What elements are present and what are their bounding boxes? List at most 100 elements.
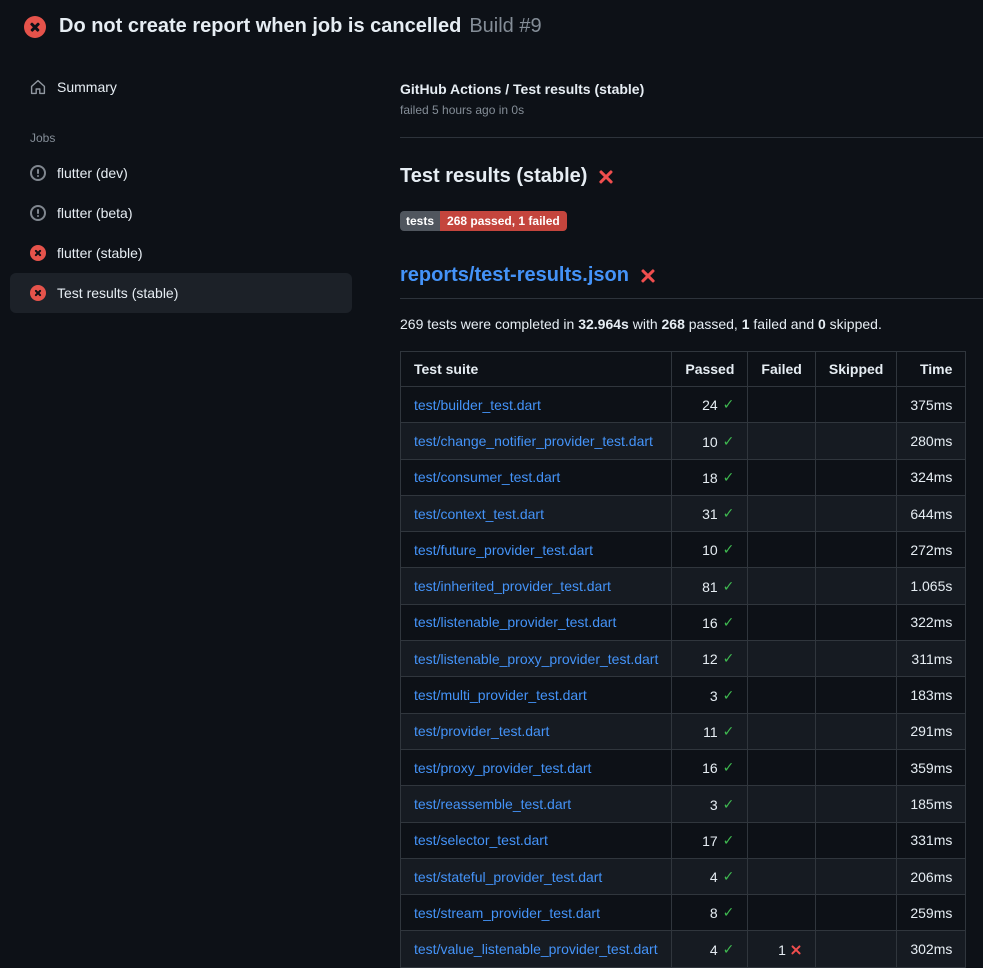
suite-cell: test/selector_test.dart [401,822,672,858]
main-content: GitHub Actions / Test results (stable) f… [376,51,983,968]
passed-count: 12 [702,649,718,669]
passed-count: 17 [702,831,718,851]
failed-cell [748,495,815,531]
test-suite-link[interactable]: test/stream_provider_test.dart [414,905,600,921]
test-suite-link[interactable]: test/change_notifier_provider_test.dart [414,433,653,449]
summary-prefix: 269 tests were completed in [400,316,578,332]
check-icon: ✓ [723,540,735,560]
passed-value: 17✓ [702,831,734,851]
check-icon: ✓ [723,395,735,415]
build-title-text: Do not create report when job is cancell… [59,15,461,38]
job-label: Test results (stable) [57,285,178,301]
test-suite-link[interactable]: test/multi_provider_test.dart [414,687,587,703]
passed-value: 10✓ [702,432,734,452]
time-cell: 1.065s [897,568,966,604]
time-cell: 359ms [897,749,966,785]
test-suite-link[interactable]: test/proxy_provider_test.dart [414,760,591,776]
table-row: test/multi_provider_test.dart3✓183ms [401,677,966,713]
passed-value: 11✓ [703,722,734,742]
test-suite-link[interactable]: test/value_listenable_provider_test.dart [414,941,658,957]
passed-value: 10✓ [702,540,734,560]
test-suite-link[interactable]: test/listenable_provider_test.dart [414,614,616,630]
sidebar-item-flutter-dev[interactable]: flutter (dev) [10,153,352,193]
page-layout: Summary Jobs flutter (dev) flutter (beta… [0,51,983,968]
job-label: flutter (beta) [57,205,132,221]
failed-cell: 1 [748,931,815,967]
passed-count: 11 [703,722,718,742]
test-suite-link[interactable]: test/reassemble_test.dart [414,796,571,812]
passed-value: 12✓ [702,649,734,669]
suite-cell: test/builder_test.dart [401,387,672,423]
sidebar-item-flutter-stable[interactable]: flutter (stable) [10,233,352,273]
passed-count: 3 [710,686,718,706]
test-suite-link[interactable]: test/selector_test.dart [414,832,548,848]
test-suite-link[interactable]: test/consumer_test.dart [414,469,560,485]
time-cell: 206ms [897,858,966,894]
header-divider [400,137,983,138]
check-icon: ✓ [723,867,735,887]
passed-cell: 4✓ [672,858,748,894]
suite-cell: test/proxy_provider_test.dart [401,749,672,785]
table-row: test/inherited_provider_test.dart 81✓ 1.06… [401,568,966,604]
suite-cell: test/inherited_provider_test.dart [401,568,672,604]
sidebar: Summary Jobs flutter (dev) flutter (beta… [0,51,376,313]
cancelled-status-icon [30,165,46,181]
report-link[interactable]: reports/test-results.json [400,264,629,287]
build-title: Do not create report when job is cancell… [59,15,542,38]
passed-value: 18✓ [702,468,734,488]
passed-count: 3 [710,795,718,815]
passed-cell: 10✓ [672,423,748,459]
sidebar-item-flutter-beta[interactable]: flutter (beta) [10,193,352,233]
check-icon: ✓ [723,504,735,524]
results-table-body: test/builder_test.dart24✓375mstest/chang… [401,387,966,968]
passed-count: 16 [702,613,718,633]
time-cell: 322ms [897,604,966,640]
check-icon: ✓ [723,649,735,669]
summary-passed-count: 268 [662,316,685,332]
passed-value: 81✓ [702,577,734,597]
table-row: test/context_test.dart31✓644ms [401,495,966,531]
sidebar-item-test-results-stable[interactable]: Test results (stable) [10,273,352,313]
check-icon: ✓ [723,722,735,742]
passed-cell: 3✓ [672,677,748,713]
time-cell: 331ms [897,822,966,858]
passed-cell: 81✓ [672,568,748,604]
passed-cell: 8✓ [672,895,748,931]
check-icon: ✓ [723,903,735,923]
table-row: test/reassemble_test.dart3✓185ms [401,786,966,822]
check-icon: ✓ [723,758,735,778]
check-icon: ✓ [723,795,735,815]
test-suite-link[interactable]: test/inherited_provider_test.dart [414,578,611,594]
failed-cell [748,858,815,894]
section-title: Test results (stable) [400,165,983,188]
skipped-cell [815,786,896,822]
test-suite-link[interactable]: test/provider_test.dart [414,723,549,739]
test-suite-link[interactable]: test/listenable_proxy_provider_test.dart [414,651,658,667]
table-row: test/change_notifier_provider_test.dart 1… [401,423,966,459]
job-label: flutter (dev) [57,165,128,181]
sidebar-item-summary[interactable]: Summary [10,67,352,107]
test-suite-link[interactable]: test/stateful_provider_test.dart [414,869,602,885]
test-suite-link[interactable]: test/context_test.dart [414,506,544,522]
test-suite-link[interactable]: test/future_provider_test.dart [414,542,593,558]
failed-cell [748,749,815,785]
passed-value: 16✓ [702,613,734,633]
summary-skipped-count: 0 [818,316,826,332]
table-row: test/stateful_provider_test.dart 4✓ 206ms [401,858,966,894]
time-cell: 324ms [897,459,966,495]
test-suite-link[interactable]: test/builder_test.dart [414,397,541,413]
table-row: test/value_listenable_provider_test.dart… [401,931,966,967]
skipped-cell [815,532,896,568]
table-row: test/future_provider_test.dart10✓272ms [401,532,966,568]
failed-cell [748,459,815,495]
failed-x-icon [598,169,614,185]
passed-value: 3✓ [710,686,735,706]
suite-cell: test/value_listenable_provider_test.dart [401,931,672,967]
failed-x-icon [640,268,656,284]
skipped-cell [815,641,896,677]
failed-cell [748,822,815,858]
build-number-label: Build #9 [469,15,541,38]
time-cell: 291ms [897,713,966,749]
home-icon [30,79,46,95]
summary-failed-suffix: failed and [750,316,819,332]
